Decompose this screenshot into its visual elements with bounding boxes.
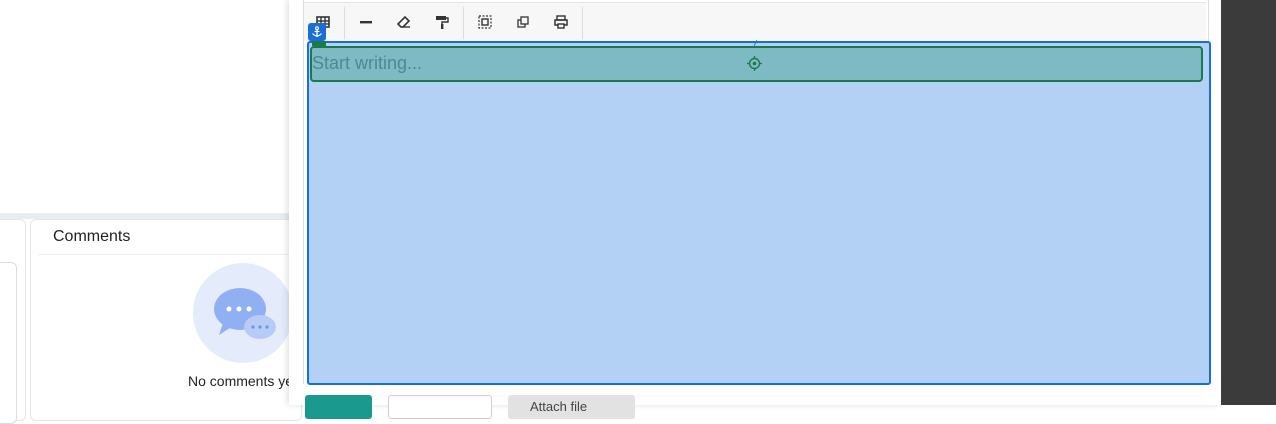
chat-bubbles-icon [193,263,293,363]
duplicate-icon[interactable] [504,3,542,41]
comments-divider [38,254,300,255]
submit-button[interactable] [305,395,372,419]
print-icon[interactable] [542,3,580,41]
editor-toolbar [304,2,1206,41]
eraser-icon[interactable] [385,3,423,41]
toolbar-separator [582,7,583,39]
cancel-button[interactable] [388,395,492,419]
left-card-inner [0,262,17,424]
editor-placeholder[interactable]: Start writing... [312,53,422,74]
comments-title: Comments [53,228,131,245]
selection-region[interactable] [307,41,1211,385]
attach-file-label: Attach file [530,399,588,414]
toolbar-separator [463,7,464,39]
anchor-icon[interactable] [308,23,326,41]
select-all-icon[interactable] [466,3,504,41]
format-painter-icon[interactable] [423,3,461,41]
horizontal-rule-icon[interactable] [347,3,385,41]
position-target-icon[interactable] [747,56,762,71]
side-overlay [1221,0,1276,405]
empty-comments-text: No comments ye [188,373,294,389]
attach-file-button[interactable]: Attach file [508,395,635,419]
toolbar-separator [344,7,345,39]
